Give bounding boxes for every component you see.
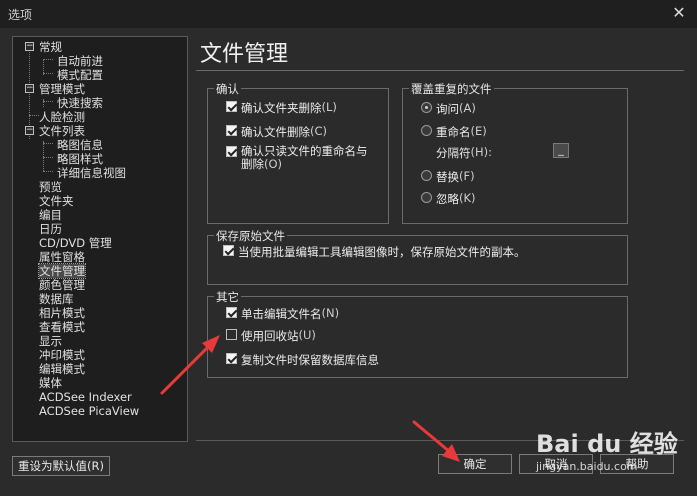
tree-item-properties-pane[interactable]: 属性窗格 — [39, 250, 85, 264]
tree-item-mode-config[interactable]: 模式配置 — [57, 68, 103, 82]
tree-item-manage-mode[interactable]: 管理模式 — [39, 82, 85, 96]
confirm-legend: 确认 — [214, 81, 241, 97]
tree-item-details-view[interactable]: 详细信息视图 — [57, 166, 126, 180]
tree-item-color-management[interactable]: 颜色管理 — [39, 278, 85, 292]
tree-item-thumb-info[interactable]: 略图信息 — [57, 138, 103, 152]
cancel-button[interactable]: 取消 — [519, 454, 593, 474]
tree-item-view-mode[interactable]: 查看模式 — [39, 320, 85, 334]
page-title: 文件管理 — [200, 42, 289, 67]
checkbox-icon — [226, 146, 237, 157]
tree-item-media[interactable]: 媒体 — [39, 376, 62, 390]
collapse-icon[interactable]: − — [25, 126, 34, 135]
tree-item-face-detection[interactable]: 人脸检测 — [39, 110, 85, 124]
overwrite-ask-radio[interactable]: 询问 (A) — [421, 101, 476, 117]
tree-item-quick-search[interactable]: 快速搜索 — [57, 96, 103, 110]
overwrite-rename-radio[interactable]: 重命名 (E) — [421, 124, 487, 140]
tree-item-calendar[interactable]: 日历 — [39, 222, 62, 236]
tree-line — [43, 59, 53, 60]
confirm-folder-delete-checkbox[interactable]: 确认文件夹删除 (L) — [226, 100, 337, 116]
radio-icon — [421, 125, 432, 136]
close-icon[interactable]: ✕ — [667, 2, 691, 24]
keep-original-copy-checkbox[interactable]: 当使用批量编辑工具编辑图像时，保存原始文件的副本。 — [223, 244, 526, 260]
tree-item-acdsee-picaview[interactable]: ACDSee PicaView — [39, 404, 139, 418]
divider — [196, 70, 684, 71]
window-title: 选项 — [8, 8, 33, 22]
ok-button[interactable]: 确定 — [438, 454, 512, 474]
tree-item-thumb-style[interactable]: 略图样式 — [57, 152, 103, 166]
confirm-readonly-checkbox[interactable]: 确认只读文件的重命名与 删除(O) — [226, 145, 368, 171]
radio-icon — [421, 170, 432, 181]
title-bar: 选项 ✕ — [0, 0, 697, 28]
tree-item-file-management[interactable]: 文件管理 — [38, 263, 86, 279]
tree-line — [43, 157, 53, 158]
tree-item-photo-mode[interactable]: 相片模式 — [39, 306, 85, 320]
use-recycle-bin-checkbox[interactable]: 使用回收站 (U) — [226, 328, 316, 344]
radio-icon — [421, 102, 432, 113]
single-click-rename-checkbox[interactable]: 单击编辑文件名 (N) — [226, 306, 339, 322]
tree-item-catalog[interactable]: 编目 — [39, 208, 62, 222]
tree-line — [43, 171, 53, 172]
tree-item-file-list[interactable]: 文件列表 — [39, 124, 85, 138]
overwrite-ignore-radio[interactable]: 忽略 (K) — [421, 191, 476, 207]
reset-defaults-button[interactable]: 重设为默认值(R) — [12, 456, 110, 476]
confirm-file-delete-checkbox[interactable]: 确认文件删除 (C) — [226, 124, 327, 140]
tree-line — [43, 141, 44, 171]
checkbox-icon — [226, 101, 237, 112]
tree-item-general[interactable]: 常规 — [39, 40, 62, 54]
tree-item-acdsee-indexer[interactable]: ACDSee Indexer — [39, 390, 132, 404]
tree-item-edit-mode[interactable]: 编辑模式 — [39, 362, 85, 376]
tree-line — [43, 73, 53, 74]
overwrite-replace-radio[interactable]: 替换 (F) — [421, 169, 475, 185]
collapse-icon[interactable]: − — [25, 84, 34, 93]
tree-item-print-mode[interactable]: 冲印模式 — [39, 348, 85, 362]
separator-label: 分隔符 (H): — [436, 145, 492, 160]
options-tree[interactable]: − − − 常规 自动前进 模式配置 管理模式 快速搜索 人脸检测 文件列表 略… — [12, 36, 188, 442]
checkbox-icon — [226, 125, 237, 136]
other-legend: 其它 — [214, 289, 241, 305]
tree-item-folders[interactable]: 文件夹 — [39, 194, 74, 208]
tree-item-display[interactable]: 显示 — [39, 334, 62, 348]
tree-line — [43, 101, 53, 102]
separator-input[interactable]: _ — [553, 143, 569, 158]
checkbox-icon — [226, 307, 237, 318]
checkbox-icon — [226, 329, 237, 340]
checkbox-icon — [226, 353, 237, 364]
tree-line — [43, 143, 53, 144]
tree-item-preview[interactable]: 预览 — [39, 180, 62, 194]
checkbox-icon — [223, 245, 234, 256]
save-original-group: 保存原始文件 — [207, 228, 628, 285]
tree-line — [29, 115, 39, 116]
overwrite-legend: 覆盖重复的文件 — [409, 81, 494, 97]
keep-db-info-checkbox[interactable]: 复制文件时保留数据库信息 — [226, 352, 379, 368]
tree-item-cd-dvd[interactable]: CD/DVD 管理 — [39, 236, 112, 250]
tree-item-auto-advance[interactable]: 自动前进 — [57, 54, 103, 68]
tree-item-database[interactable]: 数据库 — [39, 292, 74, 306]
radio-icon — [421, 192, 432, 203]
save-original-legend: 保存原始文件 — [214, 228, 287, 244]
collapse-icon[interactable]: − — [25, 42, 34, 51]
divider — [196, 440, 684, 441]
help-button[interactable]: 帮助 — [600, 454, 674, 474]
